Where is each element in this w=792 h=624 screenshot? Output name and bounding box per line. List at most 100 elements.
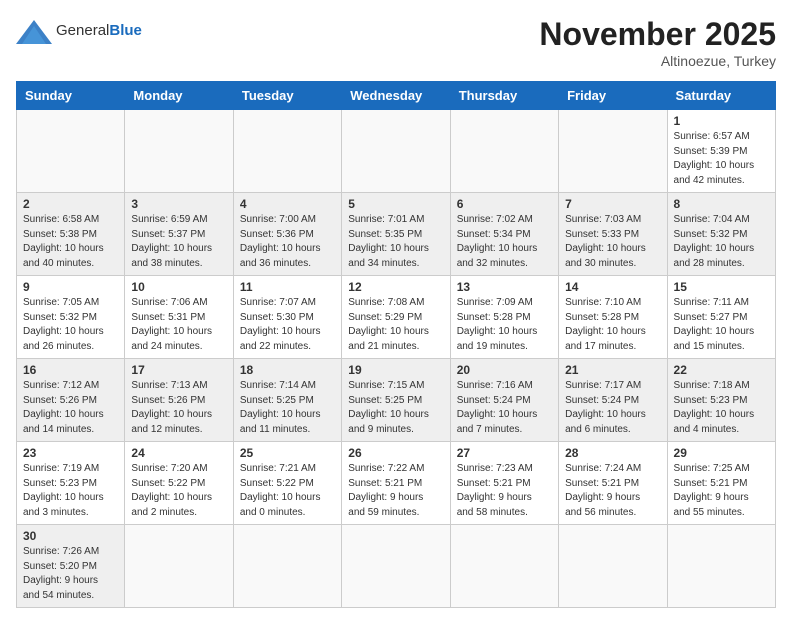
- calendar-cell: 7Sunrise: 7:03 AM Sunset: 5:33 PM Daylig…: [559, 193, 667, 276]
- day-number: 14: [565, 280, 660, 294]
- day-number: 4: [240, 197, 335, 211]
- calendar-cell: 17 Sunrise: 7:13 AM Sunset: 5:26 PM Dayli…: [125, 359, 233, 442]
- calendar-cell: [233, 110, 341, 193]
- day-number: 21: [565, 363, 660, 377]
- calendar-cell: 25Sunrise: 7:21 AM Sunset: 5:22 PM Dayli…: [233, 442, 341, 525]
- day-info: Sunrise: 6:58 AM Sunset: 5:38 PM Dayligh…: [23, 213, 118, 271]
- logo-general-text: General: [56, 22, 109, 39]
- day-info: Sunrise: 7:07 AM Sunset: 5:30 PM Dayligh…: [240, 296, 335, 354]
- day-number: 13: [457, 280, 552, 294]
- day-number: 24: [131, 446, 226, 460]
- day-info: Sunrise: 7:10 AM Sunset: 5:28 PM Dayligh…: [565, 296, 660, 354]
- calendar-cell: 22 Sunrise: 7:18 AM Sunset: 5:23 PM Dayli…: [667, 359, 775, 442]
- calendar-week-row: 23Sunrise: 7:19 AM Sunset: 5:23 PM Dayli…: [17, 442, 776, 525]
- day-info: Sunrise: 7:17 AM Sunset: 5:24 PM Dayligh…: [565, 379, 660, 437]
- calendar-cell: [233, 525, 341, 608]
- calendar-cell: 11Sunrise: 7:07 AM Sunset: 5:30 PM Dayli…: [233, 276, 341, 359]
- day-info: Sunrise: 7:09 AM Sunset: 5:28 PM Dayligh…: [457, 296, 552, 354]
- day-info: Sunrise: 7:25 AM Sunset: 5:21 PM Dayligh…: [674, 462, 769, 520]
- day-info: Sunrise: 7:15 AM Sunset: 5:25 PM Dayligh…: [348, 379, 443, 437]
- day-info: Sunrise: 7:01 AM Sunset: 5:35 PM Dayligh…: [348, 213, 443, 271]
- day-number: 16: [23, 363, 118, 377]
- day-info: Sunrise: 7:05 AM Sunset: 5:32 PM Dayligh…: [23, 296, 118, 354]
- day-number: 10: [131, 280, 226, 294]
- page-header: GeneralBlue November 2025 Altinoezue, Tu…: [16, 16, 776, 69]
- calendar-cell: [342, 110, 450, 193]
- day-number: 12: [348, 280, 443, 294]
- calendar-cell: 5Sunrise: 7:01 AM Sunset: 5:35 PM Daylig…: [342, 193, 450, 276]
- calendar-cell: 19 Sunrise: 7:15 AM Sunset: 5:25 PM Dayli…: [342, 359, 450, 442]
- calendar-cell: 14 Sunrise: 7:10 AM Sunset: 5:28 PM Dayli…: [559, 276, 667, 359]
- day-number: 1: [674, 114, 769, 128]
- calendar-cell: 27Sunrise: 7:23 AM Sunset: 5:21 PM Dayli…: [450, 442, 558, 525]
- calendar-cell: [17, 110, 125, 193]
- day-info: Sunrise: 6:59 AM Sunset: 5:37 PM Dayligh…: [131, 213, 226, 271]
- calendar-cell: 28 Sunrise: 7:24 AM Sunset: 5:21 PM Dayli…: [559, 442, 667, 525]
- calendar-cell: [342, 525, 450, 608]
- calendar-cell: 21 Sunrise: 7:17 AM Sunset: 5:24 PM Dayli…: [559, 359, 667, 442]
- calendar-cell: [450, 525, 558, 608]
- day-number: 8: [674, 197, 769, 211]
- calendar-cell: [125, 110, 233, 193]
- month-title: November 2025: [539, 16, 776, 53]
- logo-icon: [16, 16, 52, 46]
- day-number: 3: [131, 197, 226, 211]
- day-info: Sunrise: 7:21 AM Sunset: 5:22 PM Dayligh…: [240, 462, 335, 520]
- day-number: 26: [348, 446, 443, 460]
- day-number: 2: [23, 197, 118, 211]
- day-info: Sunrise: 7:19 AM Sunset: 5:23 PM Dayligh…: [23, 462, 118, 520]
- day-info: Sunrise: 7:06 AM Sunset: 5:31 PM Dayligh…: [131, 296, 226, 354]
- calendar-week-row: 2 Sunrise: 6:58 AM Sunset: 5:38 PM Daylig…: [17, 193, 776, 276]
- calendar-cell: 24 Sunrise: 7:20 AM Sunset: 5:22 PM Dayli…: [125, 442, 233, 525]
- calendar-cell: 20 Sunrise: 7:16 AM Sunset: 5:24 PM Dayli…: [450, 359, 558, 442]
- calendar-cell: 18 Sunrise: 7:14 AM Sunset: 5:25 PM Dayli…: [233, 359, 341, 442]
- calendar-cell: 10 Sunrise: 7:06 AM Sunset: 5:31 PM Dayli…: [125, 276, 233, 359]
- day-number: 20: [457, 363, 552, 377]
- day-number: 19: [348, 363, 443, 377]
- calendar-cell: [559, 525, 667, 608]
- calendar-cell: 29Sunrise: 7:25 AM Sunset: 5:21 PM Dayli…: [667, 442, 775, 525]
- location-text: Altinoezue, Turkey: [539, 53, 776, 69]
- day-info: Sunrise: 7:14 AM Sunset: 5:25 PM Dayligh…: [240, 379, 335, 437]
- day-info: Sunrise: 7:08 AM Sunset: 5:29 PM Dayligh…: [348, 296, 443, 354]
- calendar-cell: [559, 110, 667, 193]
- day-info: Sunrise: 6:57 AM Sunset: 5:39 PM Dayligh…: [674, 130, 769, 188]
- calendar-cell: 30Sunrise: 7:26 AM Sunset: 5:20 PM Dayli…: [17, 525, 125, 608]
- day-info: Sunrise: 7:00 AM Sunset: 5:36 PM Dayligh…: [240, 213, 335, 271]
- weekday-header-friday: Friday: [559, 82, 667, 110]
- weekday-header-monday: Monday: [125, 82, 233, 110]
- weekday-header-tuesday: Tuesday: [233, 82, 341, 110]
- day-info: Sunrise: 7:04 AM Sunset: 5:32 PM Dayligh…: [674, 213, 769, 271]
- day-info: Sunrise: 7:20 AM Sunset: 5:22 PM Dayligh…: [131, 462, 226, 520]
- day-number: 27: [457, 446, 552, 460]
- calendar-cell: 13 Sunrise: 7:09 AM Sunset: 5:28 PM Dayli…: [450, 276, 558, 359]
- day-number: 22: [674, 363, 769, 377]
- logo-text: GeneralBlue: [56, 22, 142, 40]
- day-info: Sunrise: 7:16 AM Sunset: 5:24 PM Dayligh…: [457, 379, 552, 437]
- day-info: Sunrise: 7:13 AM Sunset: 5:26 PM Dayligh…: [131, 379, 226, 437]
- calendar-cell: [125, 525, 233, 608]
- calendar-cell: [450, 110, 558, 193]
- calendar-cell: 3 Sunrise: 6:59 AM Sunset: 5:37 PM Daylig…: [125, 193, 233, 276]
- calendar-cell: 9Sunrise: 7:05 AM Sunset: 5:32 PM Daylig…: [17, 276, 125, 359]
- calendar-week-row: 1 Sunrise: 6:57 AM Sunset: 5:39 PM Daylig…: [17, 110, 776, 193]
- day-info: Sunrise: 7:24 AM Sunset: 5:21 PM Dayligh…: [565, 462, 660, 520]
- day-number: 18: [240, 363, 335, 377]
- weekday-header-saturday: Saturday: [667, 82, 775, 110]
- day-info: Sunrise: 7:12 AM Sunset: 5:26 PM Dayligh…: [23, 379, 118, 437]
- weekday-header-sunday: Sunday: [17, 82, 125, 110]
- calendar-cell: 8 Sunrise: 7:04 AM Sunset: 5:32 PM Daylig…: [667, 193, 775, 276]
- calendar-cell: 6 Sunrise: 7:02 AM Sunset: 5:34 PM Daylig…: [450, 193, 558, 276]
- calendar-cell: 4 Sunrise: 7:00 AM Sunset: 5:36 PM Daylig…: [233, 193, 341, 276]
- calendar-cell: 12 Sunrise: 7:08 AM Sunset: 5:29 PM Dayli…: [342, 276, 450, 359]
- day-number: 28: [565, 446, 660, 460]
- title-area: November 2025 Altinoezue, Turkey: [539, 16, 776, 69]
- logo-blue-text: Blue: [109, 22, 142, 39]
- day-info: Sunrise: 7:02 AM Sunset: 5:34 PM Dayligh…: [457, 213, 552, 271]
- calendar-week-row: 9Sunrise: 7:05 AM Sunset: 5:32 PM Daylig…: [17, 276, 776, 359]
- day-number: 17: [131, 363, 226, 377]
- day-info: Sunrise: 7:18 AM Sunset: 5:23 PM Dayligh…: [674, 379, 769, 437]
- day-info: Sunrise: 7:11 AM Sunset: 5:27 PM Dayligh…: [674, 296, 769, 354]
- day-number: 6: [457, 197, 552, 211]
- calendar-cell: [667, 525, 775, 608]
